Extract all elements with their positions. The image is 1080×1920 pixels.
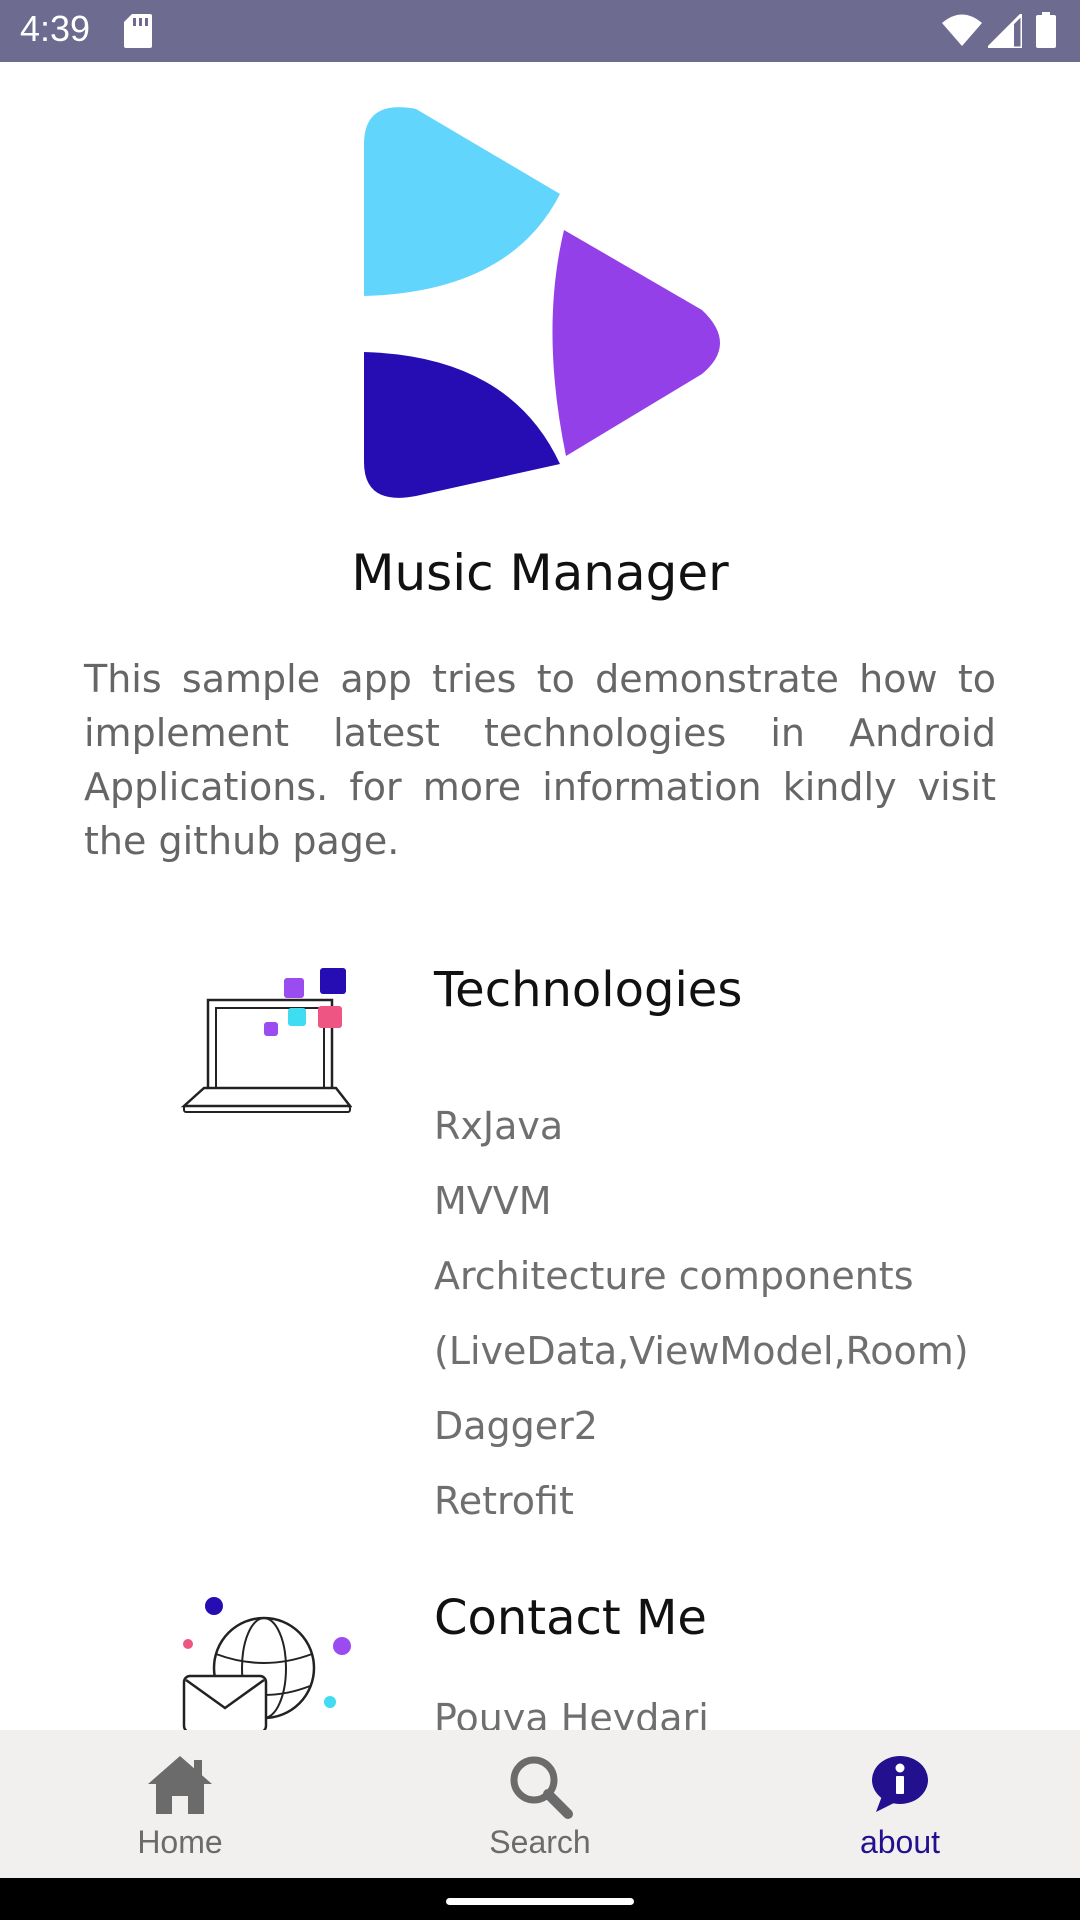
nav-label-home: Home <box>137 1824 223 1860</box>
home-icon <box>148 1756 212 1814</box>
contact-title: Contact Me <box>434 1590 707 1646</box>
list-item: RxJava <box>434 1104 564 1148</box>
system-gesture-bar <box>0 1878 1080 1920</box>
list-item: Dagger2 <box>434 1404 598 1448</box>
list-item: MVVM <box>434 1179 552 1223</box>
bottom-navigation: Home Search about <box>0 1730 1080 1878</box>
app-title: Music Manager <box>351 544 729 602</box>
list-item: Retrofit <box>434 1479 574 1523</box>
search-icon <box>510 1756 573 1819</box>
wifi-icon <box>942 14 982 46</box>
list-item: Architecture components <box>434 1254 914 1298</box>
app-description: This sample app tries to demonstrate how… <box>84 657 996 863</box>
status-bar: 4:39 <box>0 0 1080 62</box>
technologies-list: RxJava MVVM Architecture components (Liv… <box>434 1102 969 1552</box>
technologies-title: Technologies <box>434 962 743 1018</box>
battery-icon <box>1036 12 1056 48</box>
sd-card-icon <box>124 14 152 48</box>
list-item: (LiveData,ViewModel,Room) <box>434 1329 969 1373</box>
nav-label-about: about <box>859 1824 941 1860</box>
nav-item-about[interactable]: about <box>720 1730 1080 1878</box>
nav-item-search[interactable]: Search <box>360 1730 720 1878</box>
nav-label-search: Search <box>489 1824 591 1860</box>
info-icon <box>872 1756 928 1812</box>
laptop-icon <box>180 968 352 1113</box>
about-content[interactable]: Music Manager This sample app tries to d… <box>0 62 1080 1730</box>
app-logo-icon <box>364 107 720 498</box>
status-time: 4:39 <box>20 8 91 49</box>
nav-item-home[interactable]: Home <box>0 1730 360 1878</box>
globe-mail-icon <box>182 1597 351 1730</box>
signal-icon <box>988 14 1022 48</box>
gesture-handle[interactable] <box>446 1898 634 1905</box>
contact-name: Pouya Heydari <box>434 1696 709 1730</box>
